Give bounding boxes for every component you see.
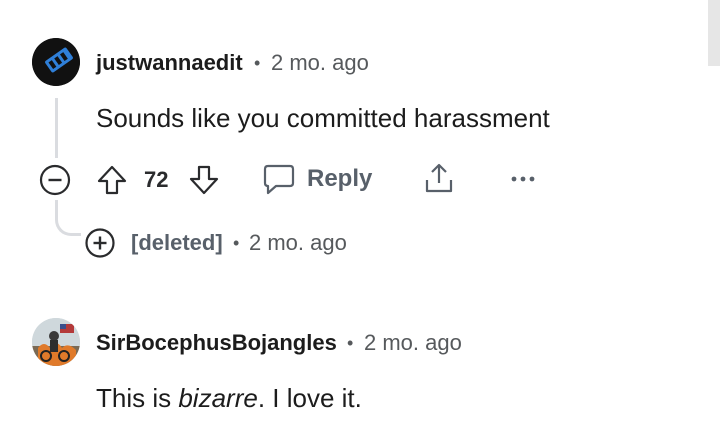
minus-circle-icon[interactable] xyxy=(38,163,72,197)
reply-label: Reply xyxy=(307,165,373,192)
ellipsis-icon[interactable] xyxy=(510,175,536,183)
comment-age[interactable]: 2 mo. ago xyxy=(271,50,369,76)
deleted-author: [deleted] xyxy=(131,230,223,255)
plus-circle-icon[interactable] xyxy=(84,227,116,259)
avatar-image xyxy=(32,318,80,366)
meta-separator: • xyxy=(254,53,261,73)
body-text-emphasis: bizarre xyxy=(178,383,258,413)
body-text-end: . I love it. xyxy=(257,383,362,413)
avatar-image xyxy=(32,38,80,86)
comment-author[interactable]: justwannaedit xyxy=(96,50,243,76)
vote-count: 72 xyxy=(144,167,169,192)
body-text-start: This is xyxy=(96,383,179,413)
avatar[interactable] xyxy=(32,38,80,86)
scrollbar[interactable] xyxy=(708,0,720,66)
comment-age[interactable]: 2 mo. ago xyxy=(364,330,462,356)
avatar[interactable] xyxy=(32,318,80,366)
arrow-down-icon[interactable] xyxy=(188,164,220,196)
comment-age: 2 mo. ago xyxy=(249,230,347,255)
meta-separator: • xyxy=(347,333,354,353)
thread-connector xyxy=(55,200,81,236)
meta-separator: • xyxy=(233,233,240,253)
thread-line[interactable] xyxy=(55,98,58,158)
comment-body: Sounds like you committed harassment xyxy=(96,103,550,133)
comment-body: This is bizarre. I love it. xyxy=(96,383,362,414)
comment-author[interactable]: SirBocephusBojangles xyxy=(96,330,337,356)
speech-bubble-icon xyxy=(262,163,296,195)
share-icon[interactable] xyxy=(422,162,456,196)
arrow-up-icon[interactable] xyxy=(96,164,128,196)
